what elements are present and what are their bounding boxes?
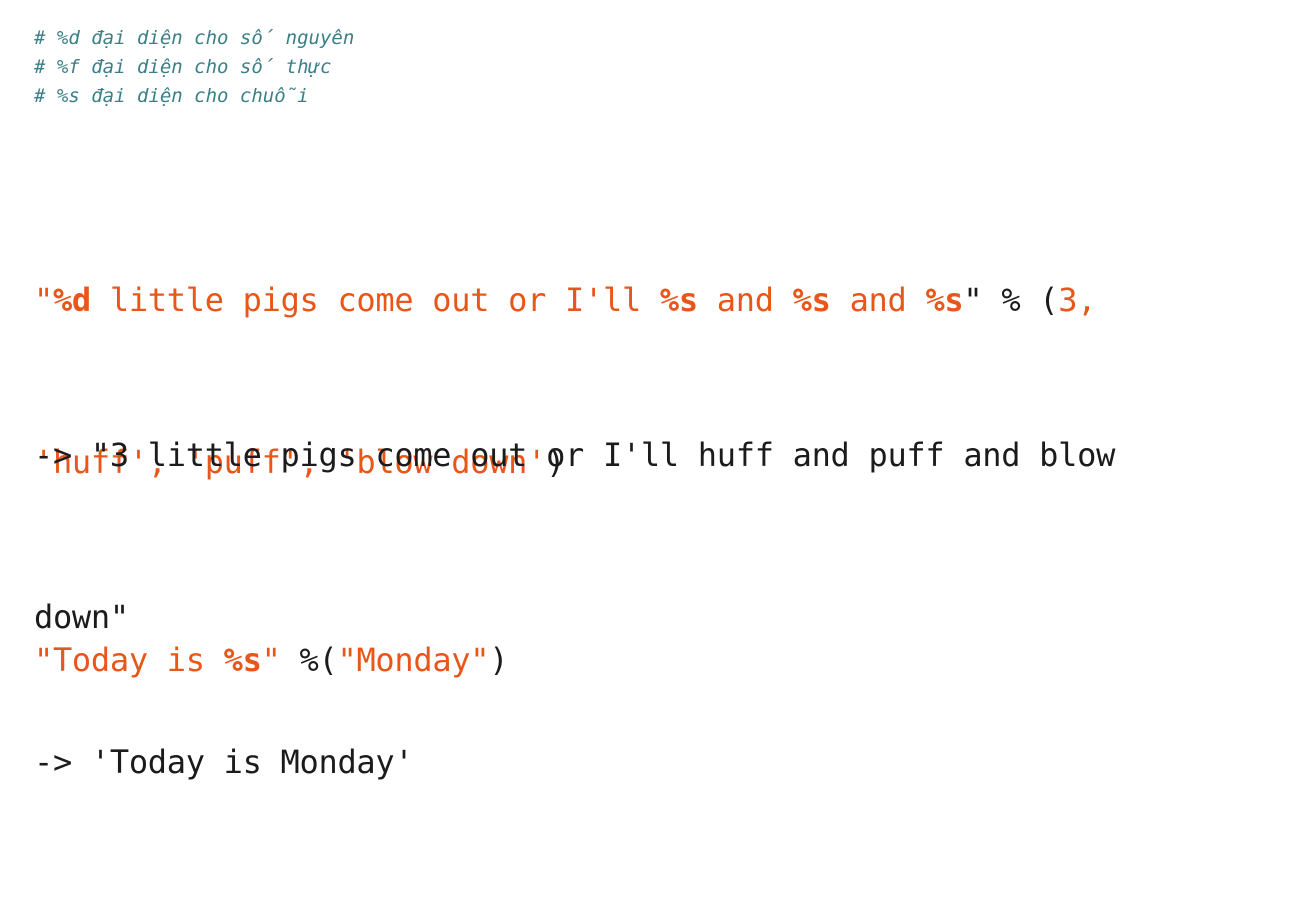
comment-line-int: # %d đại diện cho số nguyên <box>34 27 355 49</box>
output-line: -> "3 little pigs come out or I'll huff … <box>34 436 1116 474</box>
comment-line-string: # %s đại diện cho chuỗi <box>34 85 309 107</box>
code-line: "%d little pigs come out or I'll %s and … <box>34 273 1096 327</box>
string-quote: " <box>963 281 983 319</box>
number-literal: 3, <box>1058 281 1097 319</box>
format-spec-d: %d <box>52 281 91 319</box>
string-text: little pigs come out or I'll <box>90 281 660 319</box>
string-quote: " <box>34 281 53 319</box>
comment-block: # %d đại diện cho số nguyên # %f đại diệ… <box>34 24 354 111</box>
close-paren: ) <box>489 641 509 679</box>
output-line: -> 'Today is Monday' <box>34 743 414 781</box>
modulo-operator: % ( <box>982 281 1059 319</box>
page: # %d đại diện cho số nguyên # %f đại diệ… <box>0 0 1311 781</box>
format-spec-s: %s <box>792 281 831 319</box>
comment-line-float: # %f đại diện cho số thực <box>34 56 332 78</box>
output-today: -> 'Today is Monday' <box>34 627 414 897</box>
string-text: and <box>830 281 926 319</box>
format-spec-s: %s <box>925 281 964 319</box>
string-text: and <box>697 281 793 319</box>
format-spec-s: %s <box>659 281 698 319</box>
